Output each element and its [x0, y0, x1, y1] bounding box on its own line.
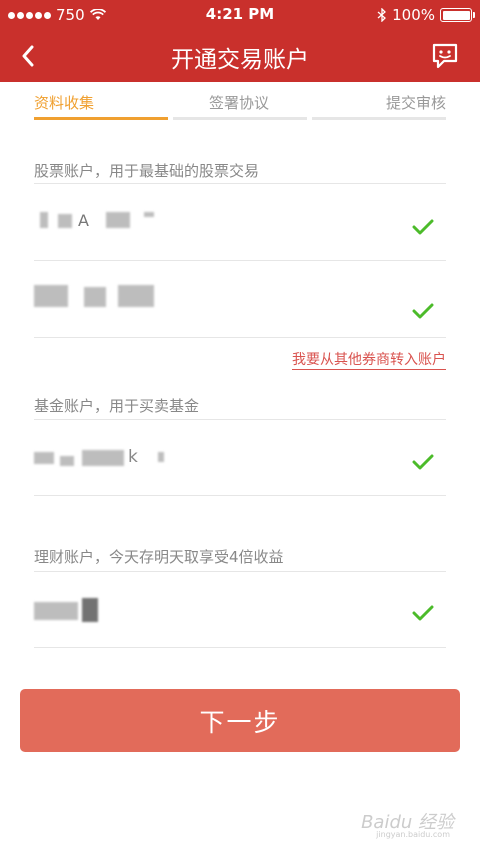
check-icon — [412, 605, 434, 621]
step-collect: 资料收集 — [34, 94, 95, 112]
transfer-account-link[interactable]: 我要从其他券商转入账户 — [292, 349, 446, 370]
chat-bubble-icon — [432, 43, 458, 69]
stock-account-row-2[interactable] — [34, 261, 446, 337]
check-icon — [412, 303, 434, 319]
redacted-text — [40, 212, 48, 228]
step-bar-sign — [173, 117, 307, 120]
status-right: 100% — [377, 6, 475, 24]
divider — [34, 495, 446, 496]
battery-icon — [440, 8, 475, 22]
redacted-text — [58, 214, 72, 228]
redacted-text — [84, 287, 106, 307]
progress-steps: 资料收集 签署协议 提交审核 — [34, 92, 446, 122]
wealth-account-row[interactable] — [34, 572, 446, 648]
divider — [34, 647, 446, 648]
divider — [34, 337, 446, 338]
baidu-watermark-url: jingyan.baidu.com — [376, 830, 450, 839]
redacted-text — [60, 456, 74, 466]
redacted-text — [144, 212, 154, 217]
page-title: 开通交易账户 — [171, 47, 309, 73]
redacted-text — [82, 450, 124, 466]
step-bar-collect — [34, 117, 168, 120]
step-bar-submit — [312, 117, 446, 120]
next-step-button[interactable]: 下一步 — [20, 689, 460, 752]
check-icon — [412, 219, 434, 235]
stock-account-row-1[interactable]: A — [34, 184, 446, 260]
redacted-text — [106, 212, 130, 228]
bluetooth-icon — [377, 8, 387, 22]
redacted-text — [82, 598, 98, 622]
wealth-section-label: 理财账户，今天存明天取享受4倍收益 — [34, 548, 284, 566]
redacted-text — [34, 452, 54, 464]
fund-section-label: 基金账户，用于买卖基金 — [34, 397, 200, 415]
redacted-text — [34, 602, 78, 620]
account-char: A — [78, 211, 89, 230]
nav-bar: 开通交易账户 — [0, 30, 480, 82]
chat-button[interactable] — [430, 41, 462, 73]
redacted-text — [118, 285, 154, 307]
status-bar: 750 4:21 PM 100% — [0, 0, 480, 30]
fund-account-row[interactable]: k — [34, 420, 446, 496]
check-icon — [412, 454, 434, 470]
redacted-text — [34, 285, 68, 307]
redacted-text — [158, 452, 164, 462]
account-char: k — [128, 447, 138, 467]
battery-fill — [442, 10, 470, 20]
step-sign: 签署协议 — [209, 94, 270, 112]
battery-percent: 100% — [392, 6, 435, 24]
stock-section-label: 股票账户，用于最基础的股票交易 — [34, 162, 260, 180]
step-submit: 提交审核 — [385, 94, 446, 112]
